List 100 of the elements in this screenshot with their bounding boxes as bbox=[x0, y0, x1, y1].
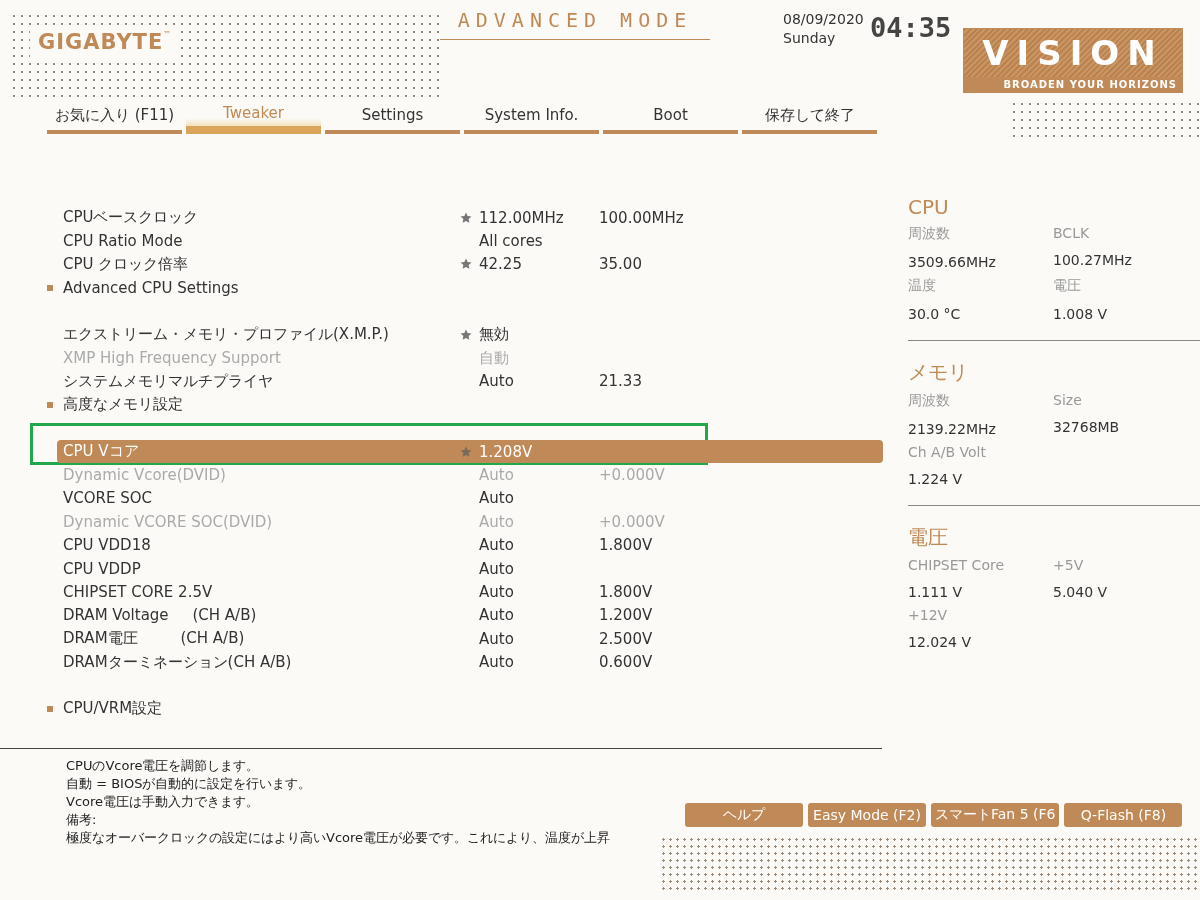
setting-label: DRAMターミネーション(CH A/B) bbox=[63, 652, 293, 672]
setting-label: システムメモリマルチプライヤ bbox=[63, 371, 274, 391]
default-value: 100.00MHz bbox=[599, 208, 685, 227]
setting-row[interactable]: CPUベースクロック 112.00MHz 100.00MHz bbox=[57, 206, 883, 230]
tab[interactable]: Settings bbox=[325, 100, 460, 134]
setting-label: CPU VDD18 bbox=[63, 536, 152, 555]
setting-value: 1.208V bbox=[479, 442, 534, 461]
setting-label: XMP High Frequency Support bbox=[63, 349, 282, 368]
clock-time: 04:35 bbox=[870, 12, 952, 43]
setting-value: Auto bbox=[479, 536, 515, 555]
bullet-icon bbox=[47, 705, 53, 712]
mode-title: ADVANCED MODE bbox=[457, 7, 693, 32]
setting-value: All cores bbox=[479, 232, 544, 251]
help-text: Vcore電圧は手動入力できます。 bbox=[66, 793, 260, 811]
setting-value: Auto bbox=[479, 653, 515, 672]
logo-tagline: BROADEN YOUR HORIZONS bbox=[964, 77, 1182, 92]
tab[interactable]: 保存して終了 bbox=[742, 100, 877, 134]
setting-label: CPU VDDP bbox=[63, 559, 142, 578]
info-value: 100.27MHz bbox=[1053, 252, 1133, 268]
info-value: 3509.66MHz bbox=[908, 254, 997, 270]
help-text: CPUのVcore電圧を調節します。 bbox=[66, 757, 260, 775]
submenu-link[interactable]: Advanced CPU Settings bbox=[63, 278, 239, 297]
help-text: 自動 = BIOSが自動的に設定を行います。 bbox=[66, 775, 312, 793]
info-label: Size bbox=[1053, 392, 1083, 408]
info-value: 5.040 V bbox=[1053, 584, 1109, 600]
info-value: 1.224 V bbox=[908, 471, 964, 487]
setting-label: CPUベースクロック bbox=[63, 208, 200, 228]
info-value: 1.008 V bbox=[1053, 306, 1109, 322]
date-text: 08/09/2020 bbox=[783, 10, 864, 29]
setting-value: Auto bbox=[479, 372, 515, 391]
setting-label: DRAM Voltage (CH A/B) bbox=[63, 606, 258, 625]
bullet-icon bbox=[47, 401, 53, 408]
setting-row[interactable]: CPU Ratio Mode All cores bbox=[57, 229, 883, 253]
setting-value: 112.00MHz bbox=[479, 208, 565, 227]
info-label: 電圧 bbox=[1053, 277, 1082, 295]
setting-value: Auto bbox=[479, 466, 515, 484]
default-value: 1.800V bbox=[599, 582, 654, 601]
submenu-link[interactable]: CPU/VRM設定 bbox=[63, 699, 163, 719]
bullet-icon bbox=[47, 284, 53, 291]
default-value: +0.000V bbox=[599, 466, 666, 484]
trademark-mark: ™ bbox=[163, 30, 172, 39]
submenu-link[interactable]: 高度なメモリ設定 bbox=[63, 395, 183, 415]
info-label: CHIPSET Core bbox=[908, 557, 1005, 573]
setting-row[interactable]: CHIPSET CORE 2.5V Auto 1.800V bbox=[57, 580, 883, 604]
info-value: 1.111 V bbox=[908, 584, 964, 600]
setting-row[interactable]: DRAMターミネーション(CH A/B) Auto 0.600V bbox=[57, 650, 883, 674]
setting-row[interactable]: CPU VDD18 Auto 1.800V bbox=[57, 533, 883, 557]
section-title: CPU bbox=[908, 195, 950, 219]
setting-label: Dynamic Vcore(DVID) bbox=[63, 466, 227, 484]
setting-label: CPU Ratio Mode bbox=[63, 232, 184, 251]
default-value: +0.000V bbox=[599, 512, 666, 531]
setting-value: Auto bbox=[479, 606, 515, 625]
setting-value: Auto bbox=[479, 512, 515, 531]
info-value: 12.024 V bbox=[908, 634, 972, 650]
brand-name: GIGABYTE bbox=[38, 30, 164, 54]
tab[interactable]: Boot bbox=[603, 100, 738, 134]
info-label: 周波数 bbox=[908, 392, 951, 410]
setting-row[interactable]: エクストリーム・メモリ・プロファイル(X.M.P.) 無効 bbox=[57, 322, 883, 347]
setting-row[interactable]: DRAM Voltage (CH A/B) Auto 1.200V bbox=[57, 603, 883, 628]
default-value: 2.500V bbox=[599, 629, 654, 648]
logo-title: VISION bbox=[981, 32, 1165, 75]
info-label: 周波数 bbox=[908, 225, 951, 243]
setting-label: VCORE SOC bbox=[63, 489, 153, 508]
setting-label: Dynamic VCORE SOC(DVID) bbox=[63, 512, 274, 531]
setting-value: 無効 bbox=[479, 325, 510, 345]
setting-value: 自動 bbox=[479, 348, 510, 368]
info-label: BCLK bbox=[1053, 225, 1091, 241]
setting-row[interactable]: VCORE SOC Auto bbox=[57, 486, 883, 511]
setting-label: CHIPSET CORE 2.5V bbox=[63, 582, 214, 601]
info-value: 32768MB bbox=[1053, 419, 1121, 435]
section-title: メモリ bbox=[908, 359, 969, 386]
setting-label: DRAM電圧 (CH A/B) bbox=[63, 629, 246, 649]
info-value: 2139.22MHz bbox=[908, 421, 997, 437]
default-value: 21.33 bbox=[599, 372, 643, 391]
help-text: 極度なオーバークロックの設定にはより高いVcore電圧が必要です。これにより、温度が上昇 bbox=[66, 829, 611, 847]
setting-label: CPU クロック倍率 bbox=[63, 254, 190, 274]
help-text: 備考: bbox=[66, 811, 97, 829]
setting-value: Auto bbox=[479, 559, 515, 578]
default-value: 1.800V bbox=[599, 536, 654, 555]
info-label: 温度 bbox=[908, 277, 937, 295]
setting-row[interactable]: CPU VDDP Auto bbox=[57, 556, 883, 581]
setting-value: 42.25 bbox=[479, 255, 523, 274]
setting-value: Auto bbox=[479, 582, 515, 601]
setting-label: エクストリーム・メモリ・プロファイル(X.M.P.) bbox=[63, 325, 390, 345]
default-value: 0.600V bbox=[599, 653, 654, 672]
setting-row[interactable]: CPU クロック倍率 42.25 35.00 bbox=[57, 252, 883, 277]
tab[interactable]: お気に入り (F11) bbox=[47, 100, 182, 134]
setting-row[interactable]: システムメモリマルチプライヤ Auto 21.33 bbox=[57, 369, 883, 394]
day-text: Sunday bbox=[783, 29, 837, 48]
section-title: 電圧 bbox=[908, 524, 949, 551]
default-value: 35.00 bbox=[599, 255, 643, 274]
setting-row[interactable]: DRAM電圧 (CH A/B) Auto 2.500V bbox=[57, 627, 883, 651]
setting-value: Auto bbox=[479, 489, 515, 508]
info-label: +12V bbox=[908, 607, 949, 623]
setting-value: Auto bbox=[479, 629, 515, 648]
info-label: Ch A/B Volt bbox=[908, 444, 987, 460]
default-value: 1.200V bbox=[599, 606, 654, 625]
info-label: +5V bbox=[1053, 557, 1085, 573]
info-value: 30.0 °C bbox=[908, 306, 962, 322]
tab[interactable]: System Info. bbox=[464, 100, 599, 134]
